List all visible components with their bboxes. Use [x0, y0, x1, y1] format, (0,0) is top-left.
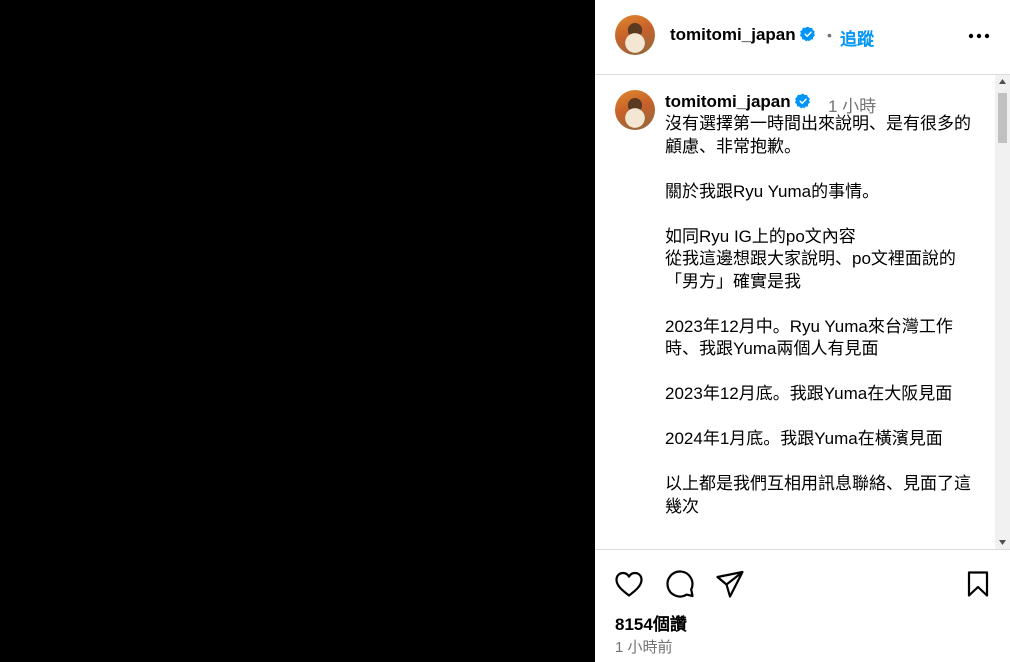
verified-badge-icon: [794, 93, 810, 109]
scroll-up-arrow-icon[interactable]: [995, 75, 1010, 89]
caption-paragraph: 2023年12月底。我跟Yuma在大阪見面: [665, 384, 953, 403]
author-username-link[interactable]: tomitomi_japan: [670, 25, 816, 45]
scrollbar-thumb[interactable]: [998, 93, 1007, 143]
comment-icon[interactable]: [664, 568, 696, 600]
separator-dot: •: [827, 27, 832, 43]
bookmark-icon[interactable]: [962, 568, 994, 600]
post-side-panel: tomitomi_japan • 追蹤 tomitomi_japan 1 小時 …: [595, 0, 1010, 662]
more-options-icon[interactable]: [967, 26, 991, 46]
post-actions-bar: [595, 565, 1010, 605]
caption-paragraph: 以上都是我們互相用訊息聯絡、見面了這幾次: [665, 474, 971, 516]
heart-icon[interactable]: [613, 568, 645, 600]
verified-badge-icon: [799, 26, 815, 42]
caption-username: tomitomi_japan: [665, 92, 791, 111]
caption-paragraph: 2023年12月中。Ryu Yuma來台灣工作時、我跟Yuma兩個人有見面: [665, 316, 953, 359]
share-send-icon[interactable]: [714, 568, 746, 600]
post-header: tomitomi_japan • 追蹤: [595, 0, 1010, 75]
caption-paragraph: 2024年1月底。我跟Yuma在橫濱見面: [665, 429, 943, 448]
caption-author-avatar[interactable]: [615, 90, 655, 130]
post-media-area[interactable]: [0, 0, 595, 662]
scroll-down-arrow-icon[interactable]: [995, 535, 1010, 549]
scrollbar[interactable]: [995, 75, 1010, 549]
caption-text: 沒有選擇第一時間出來說明、是有很多的顧慮、非常抱歉。 關於我跟Ryu Yuma的…: [665, 113, 975, 541]
caption-username-link[interactable]: tomitomi_japan: [665, 92, 811, 112]
caption-paragraph: 沒有選擇第一時間出來說明、是有很多的顧慮、非常抱歉。: [665, 114, 971, 156]
caption-paragraph: 如同Ryu IG上的po文內容 從我這邊想跟大家說明、po文裡面說的「男方」確實…: [665, 226, 956, 291]
comments-scroll-area[interactable]: tomitomi_japan 1 小時 沒有選擇第一時間出來說明、是有很多的顧慮…: [595, 75, 1010, 550]
follow-button[interactable]: 追蹤: [840, 25, 874, 50]
author-avatar[interactable]: [615, 15, 655, 55]
posted-time[interactable]: 1 小時前: [615, 636, 673, 657]
likes-count[interactable]: 8154個讚: [615, 610, 687, 635]
caption-paragraph: 關於我跟Ryu Yuma的事情。: [665, 181, 880, 201]
author-username: tomitomi_japan: [670, 25, 796, 44]
